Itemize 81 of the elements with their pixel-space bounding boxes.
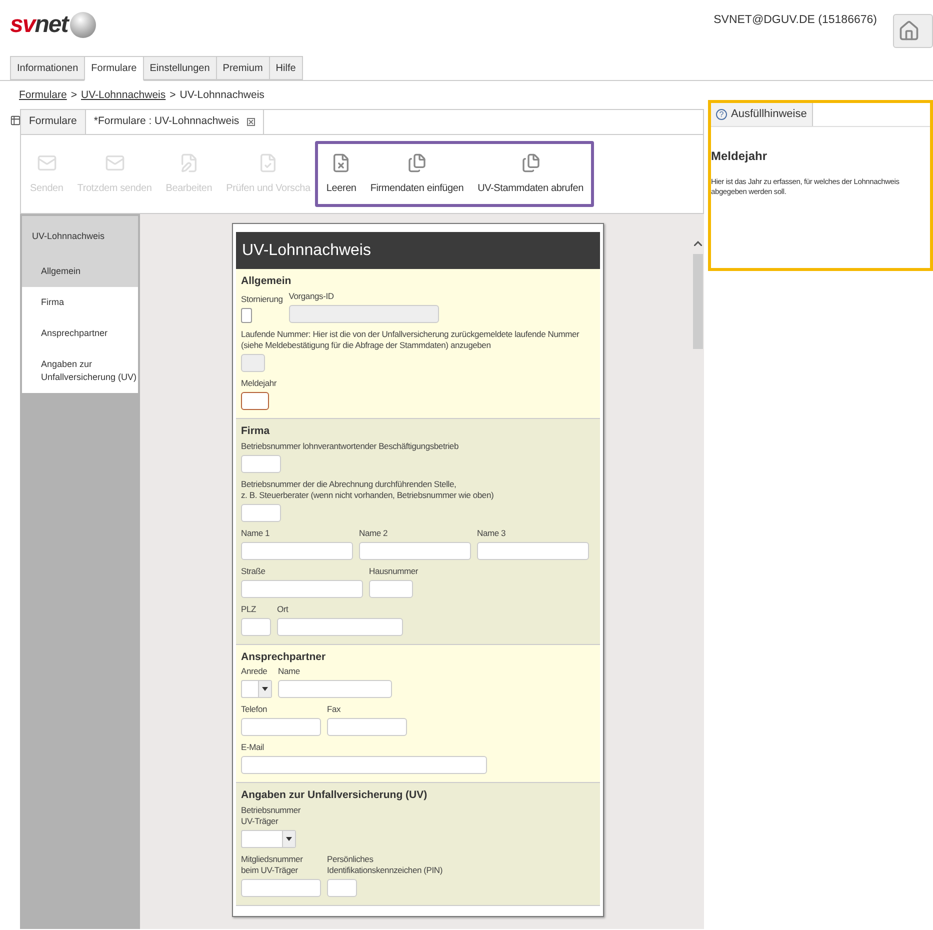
main-tab[interactable]: Einstellungen: [142, 56, 217, 80]
input-field[interactable]: [241, 504, 281, 522]
field-label: Name 2: [359, 528, 388, 538]
input-field[interactable]: [278, 680, 392, 698]
scrollbar-thumb[interactable]: [693, 254, 703, 349]
input-field[interactable]: [327, 718, 407, 736]
checkbox[interactable]: [241, 308, 252, 323]
section-title: Ansprechpartner: [241, 650, 327, 664]
input-field[interactable]: [241, 756, 487, 774]
field-label: Betriebsnummer UV-Träger: [241, 805, 301, 827]
breadcrumb-link[interactable]: UV-Lohnnachweis: [81, 88, 166, 104]
field-label: Name 1: [241, 528, 270, 538]
select-field[interactable]: [241, 680, 272, 698]
breadcrumb-separator: >: [70, 88, 77, 104]
field-label: Betriebsnummer lohnverantwortender Beschäftigungsbetrieb: [241, 440, 458, 452]
field-label: Vorgangs-ID: [288, 290, 334, 302]
input-field[interactable]: [241, 542, 353, 560]
check-document-icon: [258, 153, 278, 173]
help-icon: ?: [716, 109, 727, 120]
scroll-up-icon[interactable]: [694, 241, 702, 246]
documents-icon: [520, 153, 541, 173]
input-field[interactable]: [241, 718, 321, 736]
input-field[interactable]: [327, 879, 357, 897]
home-button[interactable]: [893, 14, 933, 48]
help-tab[interactable]: ? Ausfüllhinweise: [711, 103, 813, 126]
toolbar-button[interactable]: Firmendaten einfügen: [370, 153, 464, 196]
section-title: Angaben zur Unfallversicherung (UV): [241, 788, 428, 804]
logo: svnet: [10, 10, 68, 40]
main-tab[interactable]: Hilfe: [268, 56, 303, 80]
nav-title: UV-Lohnnachweis: [31, 230, 106, 243]
input-field[interactable]: [277, 618, 403, 636]
input-field[interactable]: [241, 580, 363, 598]
main-tab[interactable]: Informationen: [10, 56, 86, 80]
editor-tab[interactable]: Formulare: [21, 110, 86, 134]
input-field[interactable]: [241, 392, 269, 410]
envelope-icon: [36, 153, 57, 173]
toolbar-button[interactable]: Leeren: [326, 153, 356, 196]
home-icon: [898, 20, 920, 42]
help-heading: Meldejahr: [711, 148, 768, 165]
pencil-document-icon: [178, 153, 199, 173]
input-field[interactable]: [241, 618, 271, 636]
document-icon: [331, 153, 352, 173]
field-label: Anrede: [241, 666, 268, 678]
user-account: SVNET@DGUV.DE (15186676): [714, 13, 877, 28]
field-label: Stornierung: [241, 294, 283, 305]
toolbar-button[interactable]: UV-Stammdaten abrufen: [478, 153, 584, 196]
table-icon: [10, 115, 21, 126]
input-field[interactable]: [477, 542, 589, 560]
field-label: PLZ: [241, 604, 256, 614]
main-tab[interactable]: Premium: [216, 56, 270, 80]
main-tab[interactable]: Formulare: [84, 56, 144, 81]
nav-item[interactable]: Ansprechpartner: [22, 318, 138, 348]
field-label: Hausnummer: [369, 566, 418, 576]
field-label: Mitgliedsnummer beim UV-Träger: [241, 854, 303, 876]
field-label: Ort: [277, 604, 288, 614]
field-label: Laufende Nummer: Hier ist die von der Unfallversicherung zurückgemeldete laufende Nummer (siehe Meldebestätigung für die Abfrage der Stammdaten) anzugeben: [241, 328, 580, 351]
breadcrumb-separator: >: [170, 88, 176, 104]
input-field[interactable]: [241, 879, 321, 897]
field-label: Telefon: [241, 704, 268, 716]
select-field[interactable]: [241, 830, 296, 848]
field-label: Betriebsnummer der die Abrechnung durchführenden Stelle, z. B. Steuerberater (wenn nicht vorhanden, Betriebsnummer wie oben): [241, 478, 494, 500]
field-label: Name 3: [477, 528, 506, 538]
nav-item[interactable]: Angaben zur Unfallversicherung (UV): [22, 348, 138, 392]
field-label: E-Mail: [241, 742, 264, 754]
field-label: Straße: [241, 566, 266, 576]
input-field[interactable]: [241, 454, 281, 472]
close-icon[interactable]: [247, 118, 256, 126]
section-title: Allgemein: [241, 274, 292, 289]
input-field[interactable]: [369, 580, 413, 598]
documents-icon: [406, 153, 427, 173]
section-title: Firma: [241, 424, 271, 439]
field-label: Fax: [327, 704, 341, 716]
form-title: UV-Lohnnachweis: [236, 232, 600, 269]
nav-item[interactable]: Firma: [22, 286, 138, 318]
breadcrumb-link[interactable]: Formulare: [19, 88, 67, 104]
envelope-icon: [104, 153, 124, 173]
field-label: Meldejahr: [241, 378, 277, 389]
breadcrumb-current: UV-Lohnnachweis: [180, 88, 264, 104]
field-label: Name: [278, 666, 300, 678]
field-label: Persönliches Identifikationskennzeichen (PIN): [327, 854, 442, 876]
input-field[interactable]: [359, 542, 471, 560]
